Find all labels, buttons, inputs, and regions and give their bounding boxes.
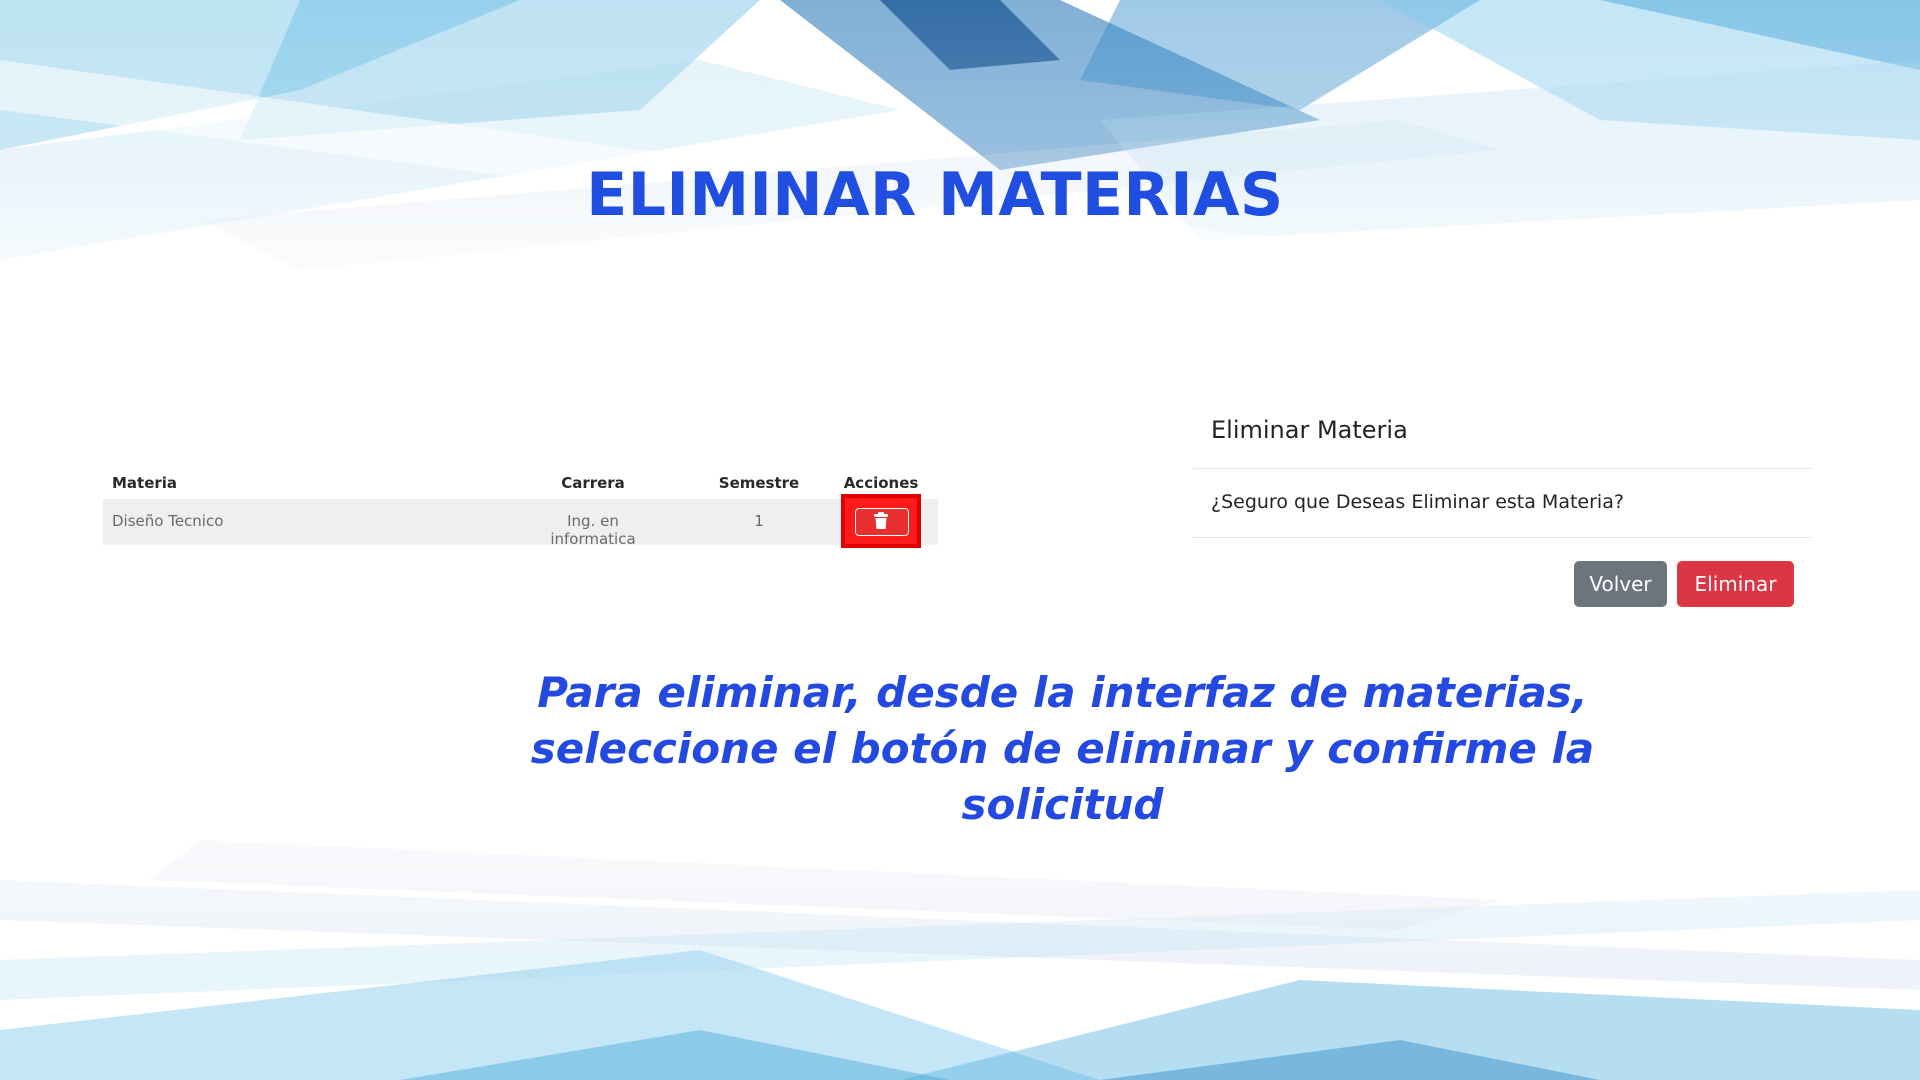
slide: ELIMINAR MATERIAS Materia Carrera Semest…	[0, 0, 1920, 1080]
column-header-carrera: Carrera	[561, 474, 625, 492]
slide-title: ELIMINAR MATERIAS	[586, 160, 1284, 230]
modal-message: ¿Seguro que Deseas Eliminar esta Materia…	[1211, 491, 1624, 513]
trash-icon	[874, 512, 888, 529]
modal-body: ¿Seguro que Deseas Eliminar esta Materia…	[1193, 469, 1811, 538]
cell-carrera: Ing. en informatica	[550, 512, 636, 548]
column-header-acciones: Acciones	[843, 474, 919, 492]
modal-header: Eliminar Materia	[1193, 396, 1811, 469]
delete-button[interactable]	[841, 494, 921, 548]
column-header-materia: Materia	[112, 474, 178, 492]
delete-confirm-modal: Eliminar Materia ¿Seguro que Deseas Elim…	[1193, 396, 1811, 614]
cell-semestre: 1	[754, 512, 764, 530]
eliminar-button[interactable]: Eliminar	[1677, 561, 1794, 607]
modal-title: Eliminar Materia	[1211, 416, 1408, 444]
cell-materia: Diseño Tecnico	[112, 512, 224, 530]
instruction-caption: Para eliminar, desde la interfaz de mate…	[530, 668, 1595, 829]
column-header-semestre: Semestre	[718, 474, 800, 492]
table-row: Diseño Tecnico Ing. en informatica 1	[103, 499, 938, 548]
volver-button[interactable]: Volver	[1574, 561, 1667, 607]
materias-table-screenshot: Materia Carrera Semestre Acciones Diseño…	[103, 466, 938, 548]
